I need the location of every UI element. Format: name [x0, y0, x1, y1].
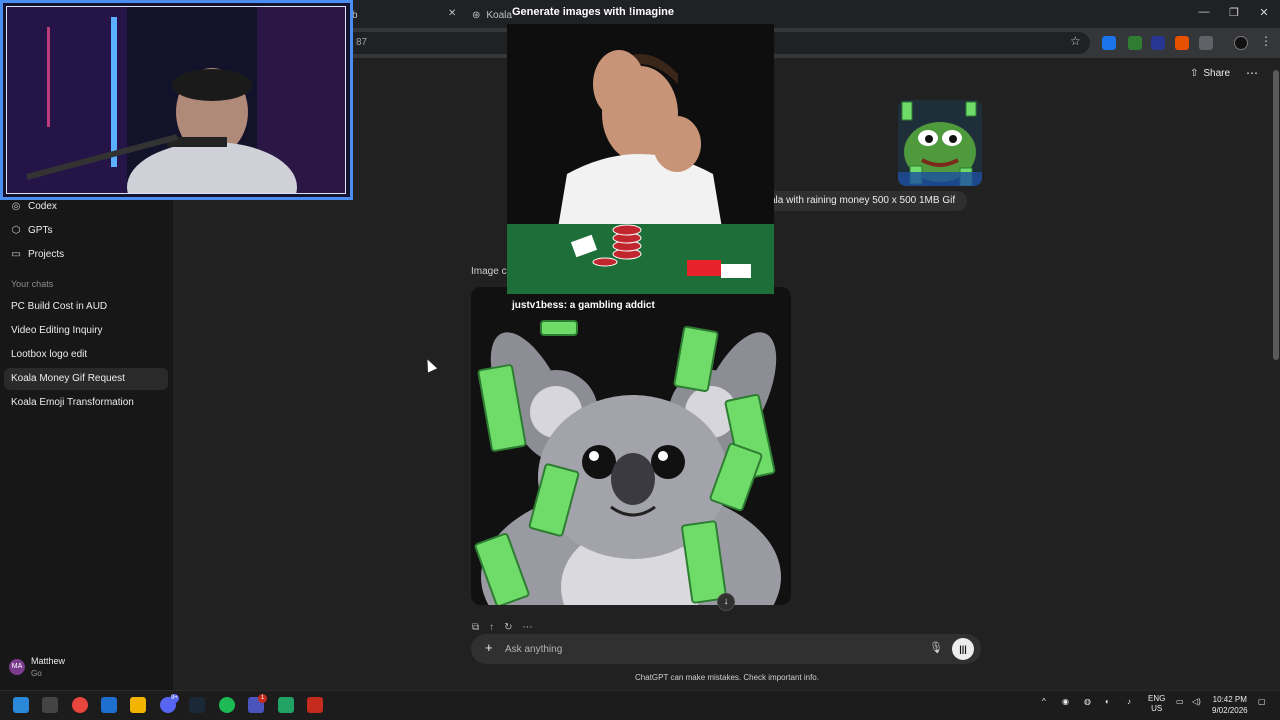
prompt-input[interactable] — [505, 640, 905, 658]
bookmark-star-icon[interactable]: ☆ — [1070, 34, 1081, 48]
image-created-caption: Image c — [471, 266, 507, 277]
alert-subtitle: justv1bess: a gambling addict — [512, 300, 655, 311]
folder-icon: ▭ — [11, 248, 21, 260]
address-text: 87 — [356, 37, 368, 48]
close-window-icon[interactable]: ✕ — [1254, 6, 1274, 19]
scroll-down-button[interactable]: ↓ — [717, 593, 735, 611]
language-code: ENG — [1148, 694, 1166, 703]
alert-title: Generate images with !imagine — [512, 6, 674, 18]
discord-notification-badge: 9+ — [170, 694, 179, 703]
clock-date: 9/02/2026 — [1212, 706, 1248, 715]
profile-avatar-icon[interactable] — [1234, 36, 1248, 50]
message-actions: ⧉ ↑ ↻ ⋯ — [472, 622, 533, 633]
mouse-cursor-icon — [422, 357, 438, 373]
sidebar-item-projects[interactable]: ▭ Projects — [10, 244, 64, 264]
extensions-puzzle-icon[interactable] — [1199, 36, 1213, 50]
share-label: Share — [1203, 68, 1231, 79]
sidebar-item-gpts[interactable]: ⬡ GPTs — [10, 220, 53, 240]
browser-tab-active[interactable]: ⊛ Koala — [472, 4, 512, 26]
system-clock[interactable]: 10:42 PM 9/02/2026 — [1212, 694, 1248, 716]
sidebar-item-label: GPTs — [28, 224, 53, 236]
outlook-icon[interactable] — [101, 697, 117, 713]
store-icon[interactable] — [42, 697, 58, 713]
composer: + 🎙 ||| — [471, 634, 981, 664]
network-icon[interactable]: ▭ — [1176, 697, 1184, 706]
extension-icon-1[interactable] — [1102, 36, 1116, 50]
language-indicator[interactable]: ENG US — [1148, 694, 1165, 714]
chat-item[interactable]: Koala Emoji Transformation — [4, 392, 168, 414]
add-attachment-icon[interactable]: + — [485, 640, 493, 655]
share-button[interactable]: ⇧ Share — [1190, 68, 1230, 79]
file-explorer-icon[interactable] — [130, 697, 146, 713]
sidebar-item-label: Projects — [28, 248, 65, 260]
region-code: US — [1151, 704, 1163, 713]
share-icon: ⇧ — [1190, 68, 1199, 79]
sidebar-item-label: Codex — [28, 200, 57, 212]
minimize-icon[interactable]: — — [1194, 6, 1214, 18]
clock-time: 10:42 PM — [1212, 695, 1247, 704]
restore-icon[interactable]: ❐ — [1224, 6, 1244, 19]
microphone-tray-icon[interactable]: ♪ — [1127, 697, 1131, 706]
scrollbar-thumb[interactable] — [1273, 70, 1279, 360]
thumbs-up-icon[interactable]: ↑ — [489, 622, 494, 633]
codex-icon: ◎ — [11, 200, 21, 212]
spotify-icon[interactable] — [219, 697, 235, 713]
webcam-overlay — [0, 0, 353, 200]
chat-item[interactable]: Video Editing Inquiry — [4, 320, 168, 342]
more-options-icon[interactable]: ⋯ — [1246, 66, 1258, 80]
koala-money-illustration — [471, 287, 791, 605]
copy-icon[interactable]: ⧉ — [472, 622, 479, 633]
attached-image-thumbnail[interactable] — [898, 100, 982, 186]
chat-item[interactable]: Lootbox logo edit — [4, 344, 168, 366]
windows-start-icon[interactable] — [13, 697, 29, 713]
app-tray-icon[interactable]: ◐ — [1105, 697, 1110, 706]
webcam-feed — [6, 6, 346, 194]
notifications-icon[interactable]: ▢ — [1258, 697, 1266, 706]
voice-mode-button[interactable]: ||| — [952, 638, 974, 660]
browser-menu-icon[interactable]: ⋮ — [1260, 34, 1272, 48]
chatgpt-favicon-icon: ⊛ — [472, 9, 481, 21]
app-icon[interactable] — [278, 697, 294, 713]
volume-icon[interactable]: ◁) — [1192, 697, 1201, 706]
close-tab-icon[interactable]: ✕ — [448, 8, 456, 19]
avatar[interactable]: MA — [9, 659, 25, 675]
generated-koala-image[interactable] — [471, 287, 791, 605]
poker-player-image — [507, 24, 774, 294]
steam-tray-icon[interactable]: ◉ — [1062, 697, 1069, 706]
obs-icon[interactable] — [307, 697, 323, 713]
teams-notification-badge: 1 — [258, 694, 267, 703]
user-name[interactable]: Matthew — [31, 656, 65, 666]
regenerate-icon[interactable]: ↻ — [504, 622, 512, 633]
extension-icon-2[interactable] — [1128, 36, 1142, 50]
extension-icon-4[interactable] — [1175, 36, 1189, 50]
gpts-icon: ⬡ — [11, 224, 21, 236]
streamer-camera-image — [7, 7, 345, 193]
user-message-bubble: ala with raining money 500 x 500 1MB Gif — [760, 191, 968, 211]
user-plan: Go — [31, 669, 42, 678]
more-icon[interactable]: ⋯ — [523, 622, 533, 633]
steam-icon[interactable] — [189, 697, 205, 713]
chrome-tray-icon[interactable]: ◍ — [1084, 697, 1091, 706]
chat-item-active[interactable]: Koala Money Gif Request — [4, 368, 168, 390]
microphone-icon[interactable]: 🎙 — [929, 641, 943, 654]
tray-overflow-icon[interactable]: ^ — [1042, 697, 1046, 706]
chrome-icon[interactable] — [72, 697, 88, 713]
disclaimer-text: ChatGPT can make mistakes. Check importa… — [635, 673, 819, 682]
extension-icon-3[interactable] — [1151, 36, 1165, 50]
alert-image — [507, 24, 774, 294]
stream-alert-overlay: Generate images with !imagine justv1bess… — [507, 0, 774, 316]
chats-section-label: Your chats — [11, 279, 54, 289]
chat-item[interactable]: PC Build Cost in AUD — [4, 296, 168, 318]
frog-emote-image — [898, 100, 982, 186]
